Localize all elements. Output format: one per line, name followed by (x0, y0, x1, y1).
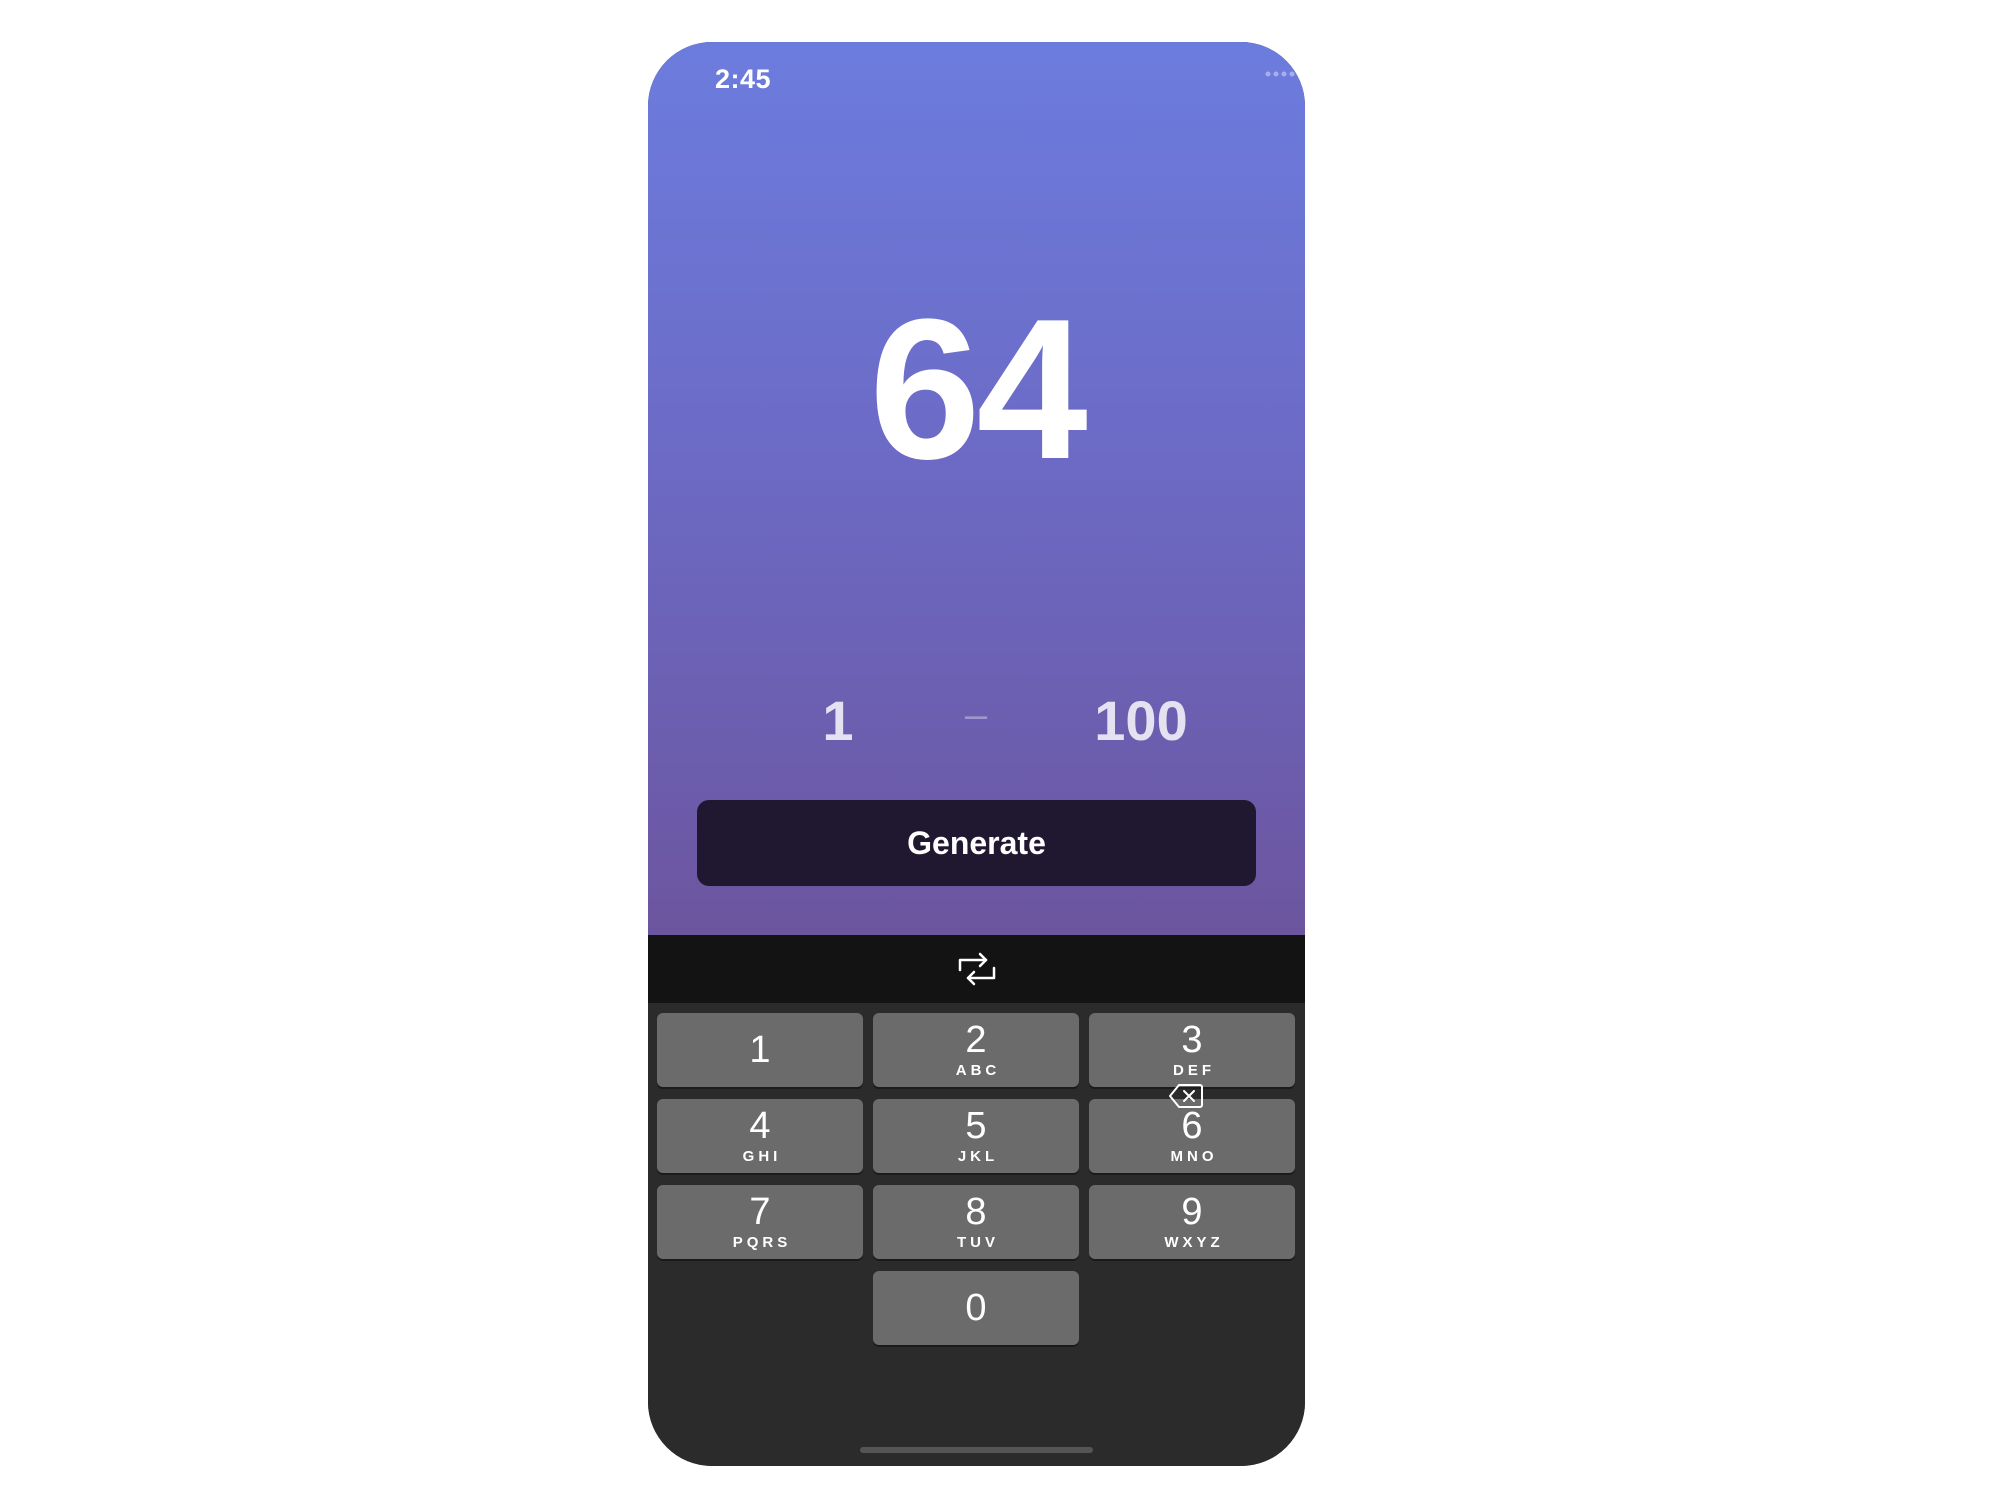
key-8[interactable]: 8 TUV (873, 1185, 1079, 1259)
backspace-icon (1169, 1084, 1203, 1108)
key-4[interactable]: 4 GHI (657, 1099, 863, 1173)
key-letters: DEF (1173, 1062, 1215, 1079)
key-letters: GHI (742, 1148, 782, 1165)
generate-button[interactable]: Generate (697, 800, 1256, 886)
range-separator: – (964, 693, 988, 737)
phone-frame: 2:45 64 1 – 100 Generate 1 2 ABC 3 DEF 4… (648, 42, 1305, 1466)
key-9[interactable]: 9 WXYZ (1089, 1185, 1295, 1259)
range-max-field[interactable]: 100 (1041, 688, 1241, 753)
key-letters: WXYZ (1164, 1234, 1224, 1251)
key-number: 5 (965, 1105, 987, 1147)
key-number: 8 (965, 1191, 987, 1233)
key-number: 0 (965, 1287, 987, 1329)
key-letters: MNO (1170, 1148, 1218, 1165)
key-letters: ABC (955, 1062, 1001, 1079)
home-indicator[interactable] (860, 1447, 1093, 1453)
key-number: 3 (1181, 1019, 1203, 1061)
key-letters: PQRS (732, 1234, 792, 1251)
status-time: 2:45 (715, 64, 772, 94)
key-number: 9 (1181, 1191, 1203, 1233)
range-min-field[interactable]: 1 (788, 688, 888, 753)
cellular-signal-icon (1265, 71, 1295, 77)
random-number-display: 64 (869, 278, 1087, 501)
key-0[interactable]: 0 (873, 1271, 1079, 1345)
key-7[interactable]: 7 PQRS (657, 1185, 863, 1259)
key-number: 4 (749, 1105, 771, 1147)
key-letters: JKL (957, 1148, 999, 1165)
numeric-keypad: 1 2 ABC 3 DEF 4 GHI 5 JKL 6 MNO 7 PQRS 8… (648, 1003, 1305, 1466)
key-number: 2 (965, 1019, 987, 1061)
app-screen: 2:45 64 1 – 100 Generate (648, 42, 1305, 935)
key-1[interactable]: 1 (657, 1013, 863, 1087)
key-3[interactable]: 3 DEF (1089, 1013, 1295, 1087)
key-2[interactable]: 2 ABC (873, 1013, 1079, 1087)
key-5[interactable]: 5 JKL (873, 1099, 1079, 1173)
keyboard-toolbar (648, 935, 1305, 1003)
key-number: 7 (749, 1191, 771, 1233)
key-number: 1 (749, 1029, 771, 1071)
swap-arrows-icon[interactable] (956, 952, 998, 986)
delete-key[interactable] (1168, 1083, 1204, 1114)
key-letters: TUV (957, 1234, 999, 1251)
